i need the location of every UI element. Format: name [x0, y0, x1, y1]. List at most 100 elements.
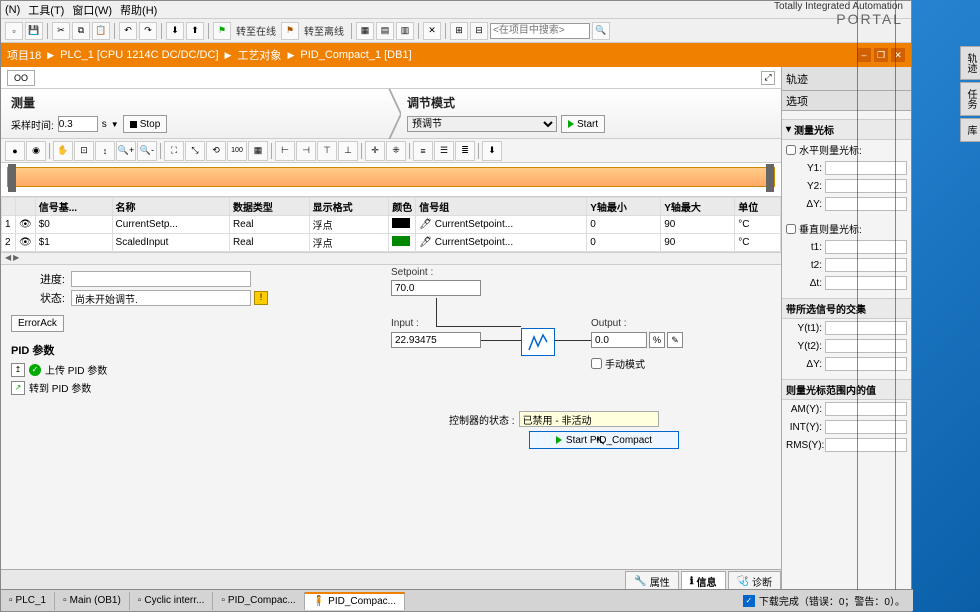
go-offline[interactable]: 转至离线 [301, 23, 347, 38]
dy-field[interactable] [825, 197, 907, 211]
win-close-icon[interactable]: ✕ [891, 48, 905, 62]
tb-online-icon[interactable]: ⚑ [213, 22, 231, 40]
tab-info[interactable]: ℹ信息 [681, 571, 726, 591]
tr-zoomarea-icon[interactable]: ⊡ [74, 141, 94, 161]
tb-save-icon[interactable]: 💾 [25, 22, 43, 40]
sample-time-input[interactable] [58, 116, 98, 132]
win-min-icon[interactable]: – [857, 48, 871, 62]
side-tab-lib[interactable]: 库 [960, 118, 980, 142]
menu-tools[interactable]: 工具(T) [28, 2, 64, 18]
v-cursor-checkbox[interactable] [786, 224, 796, 234]
tb-item-pid1[interactable]: ▫PID_Compac... [213, 592, 304, 610]
tr-auto-icon[interactable]: ⟲ [206, 141, 226, 161]
rp-sec-range[interactable]: 则量光标范围内的值 [782, 379, 911, 400]
setpoint-value[interactable]: 70.0 [391, 280, 481, 296]
tb-item-pid2[interactable]: 🧍PID_Compac... [305, 592, 405, 610]
timeline-start-handle[interactable] [8, 164, 16, 192]
pid-block-icon[interactable] [521, 328, 555, 356]
tr-c2-icon[interactable]: ⊣ [296, 141, 316, 161]
tr-leg2-icon[interactable]: ☰ [434, 141, 454, 161]
tb-split2-icon[interactable]: ⊟ [470, 22, 488, 40]
tr-c3-icon[interactable]: ⊤ [317, 141, 337, 161]
project-search[interactable] [490, 23, 590, 39]
win-max-icon[interactable]: ❐ [874, 48, 888, 62]
tb-copy-icon[interactable]: ⧉ [72, 22, 90, 40]
start-button[interactable]: Start [561, 115, 605, 133]
tuning-mode-select[interactable]: 预调节 [407, 116, 557, 132]
output-edit-icon[interactable]: ✎ [667, 332, 683, 348]
tr-leg3-icon[interactable]: ≣ [455, 141, 475, 161]
menu-n[interactable]: (N) [5, 4, 20, 16]
tr-fity-icon[interactable]: ⤡ [185, 141, 205, 161]
yt2-field[interactable] [825, 339, 907, 353]
t2-field[interactable] [825, 258, 907, 272]
input-value[interactable]: 22.93475 [391, 332, 481, 348]
tr-rec-icon[interactable]: ● [5, 141, 25, 161]
tb-upload-icon[interactable]: ⬆ [186, 22, 204, 40]
tr-leg1-icon[interactable]: ≡ [413, 141, 433, 161]
tr-fit-icon[interactable]: ⛶ [164, 141, 184, 161]
upload-pid-label[interactable]: 上传 PID 参数 [45, 362, 107, 377]
tab-diagnostics[interactable]: 🩺诊断 [728, 571, 781, 591]
tr-cursor2-icon[interactable]: ⁜ [386, 141, 406, 161]
go-online[interactable]: 转至在线 [233, 23, 279, 38]
tr-zoomout-icon[interactable]: 🔍- [137, 141, 157, 161]
crumb-project[interactable]: 项目18 [7, 47, 41, 63]
upload-icon[interactable]: ↥ [11, 363, 25, 377]
tb-cross-icon[interactable]: ✕ [423, 22, 441, 40]
tb-cut-icon[interactable]: ✂ [52, 22, 70, 40]
rp-sec-cursors[interactable]: ▾ 测量光标 [782, 119, 911, 140]
am-field[interactable] [825, 402, 907, 416]
tb-item-cyclic[interactable]: ▫Cyclic interr... [130, 592, 214, 610]
menu-window[interactable]: 窗口(W) [72, 2, 112, 18]
tr-zoomin-icon[interactable]: 🔍+ [116, 141, 136, 161]
tb-split-icon[interactable]: ⊞ [450, 22, 468, 40]
crumb-tech[interactable]: 工艺对象 [237, 47, 281, 63]
start-pid-compact-button[interactable]: Start PID_Compact [529, 431, 679, 449]
tr-export-icon[interactable]: ⬇ [482, 141, 502, 161]
menu-help[interactable]: 帮助(H) [120, 2, 157, 18]
y1-field[interactable] [825, 161, 907, 175]
view-mode-button[interactable]: OO [7, 70, 35, 86]
color-swatch[interactable] [392, 218, 410, 228]
dy2-field[interactable] [825, 357, 907, 371]
tr-zoomy-icon[interactable]: ↕ [95, 141, 115, 161]
yt1-field[interactable] [825, 321, 907, 335]
tb-i2-icon[interactable]: ▤ [376, 22, 394, 40]
tb-offline-icon[interactable]: ⚑ [281, 22, 299, 40]
errorack-button[interactable]: ErrorAck [11, 315, 64, 332]
h-cursor-checkbox[interactable] [786, 145, 796, 155]
rms-field[interactable] [825, 438, 907, 452]
tb-paste-icon[interactable]: 📋 [92, 22, 110, 40]
crumb-pid[interactable]: PID_Compact_1 [DB1] [300, 49, 411, 61]
dt-field[interactable] [825, 276, 907, 290]
expand-icon[interactable]: ⤢ [761, 71, 775, 85]
goto-icon[interactable]: ↗ [11, 381, 25, 395]
tab-properties[interactable]: 🔧属性 [625, 571, 678, 591]
tr-recloop-icon[interactable]: ◉ [26, 141, 46, 161]
output-value[interactable]: 0.0 [591, 332, 647, 348]
tb-download-icon[interactable]: ⬇ [166, 22, 184, 40]
tb-undo-icon[interactable]: ↶ [119, 22, 137, 40]
int-field[interactable] [825, 420, 907, 434]
tb-new-icon[interactable]: ▫ [5, 22, 23, 40]
rp-sec-intersect[interactable]: 带所选信号的交集 [782, 298, 911, 319]
tb-redo-icon[interactable]: ↷ [139, 22, 157, 40]
side-tab-trace[interactable]: 轨迹 [960, 46, 980, 80]
stop-button[interactable]: Stop [123, 115, 168, 133]
tr-c1-icon[interactable]: ⊢ [275, 141, 295, 161]
tb-item-main[interactable]: ▫Main (OB1) [55, 592, 130, 610]
t1-field[interactable] [825, 240, 907, 254]
tr-100-icon[interactable]: 100 [227, 141, 247, 161]
tb-i3-icon[interactable]: ▥ [396, 22, 414, 40]
tr-c4-icon[interactable]: ⊥ [338, 141, 358, 161]
table-row[interactable]: 1👁 $0CurrentSetp... Real浮点 🖊 CurrentSetp… [2, 216, 781, 234]
tb-search-go-icon[interactable]: 🔍 [592, 22, 610, 40]
y2-field[interactable] [825, 179, 907, 193]
goto-pid-label[interactable]: 转到 PID 参数 [29, 380, 91, 395]
crumb-plc[interactable]: PLC_1 [CPU 1214C DC/DC/DC] [60, 49, 218, 61]
color-swatch[interactable] [392, 236, 410, 246]
manual-mode-checkbox[interactable] [591, 358, 602, 369]
timeline-end-handle[interactable] [766, 164, 774, 192]
tb-i1-icon[interactable]: ▦ [356, 22, 374, 40]
